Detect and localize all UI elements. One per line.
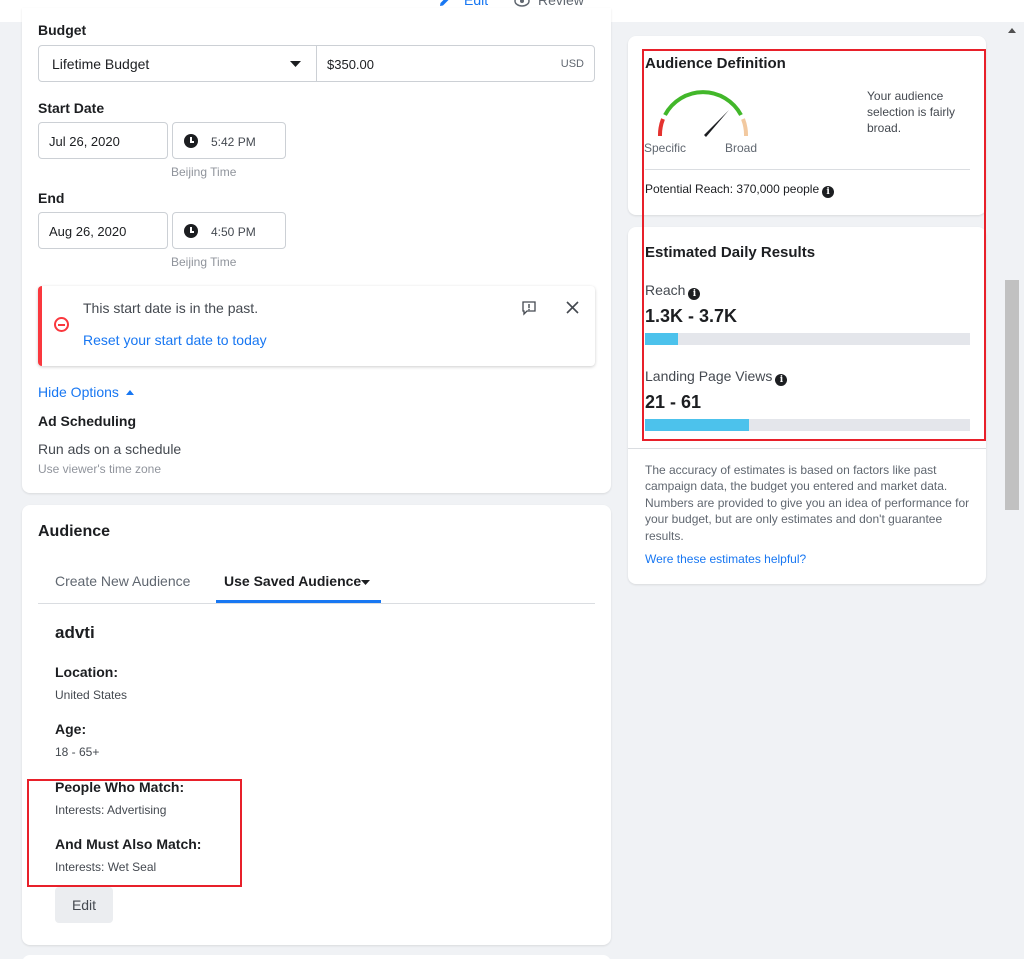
- scrollbar-thumb[interactable]: [1005, 280, 1019, 510]
- edit-audience-button[interactable]: Edit: [55, 887, 113, 923]
- budget-amount-input[interactable]: $350.00 USD: [316, 45, 595, 82]
- error-icon: [54, 317, 69, 332]
- reset-start-date-link[interactable]: Reset your start date to today: [83, 332, 267, 348]
- hide-options-link[interactable]: Hide Options: [38, 384, 134, 400]
- divider: [628, 448, 986, 449]
- start-date-value: Jul 26, 2020: [49, 134, 120, 149]
- end-date-value: Aug 26, 2020: [49, 224, 127, 239]
- audience-title: Audience: [38, 523, 111, 540]
- tab-create-new-audience[interactable]: Create New Audience: [55, 573, 190, 589]
- hide-options-label: Hide Options: [38, 384, 119, 400]
- location-label: Location:: [55, 664, 118, 680]
- budget-schedule-card: Budget Lifetime Budget $350.00 USD Start…: [22, 8, 611, 493]
- budget-amount-value: $350.00: [327, 57, 374, 72]
- end-time-value: 4:50 PM: [211, 225, 256, 239]
- age-label: Age:: [55, 721, 87, 737]
- tab-saved-label: Use Saved Audience: [224, 573, 362, 589]
- start-time-input[interactable]: 5:42 PM: [172, 122, 286, 159]
- schedule-option[interactable]: Run ads on a schedule: [38, 441, 181, 457]
- budget-type-value: Lifetime Budget: [52, 56, 150, 72]
- currency-label: USD: [560, 58, 584, 70]
- alert-message: This start date is in the past.: [83, 300, 259, 316]
- start-date-alert: This start date is in the past. Reset yo…: [38, 286, 595, 366]
- highlight-box-estimates: [642, 49, 986, 441]
- caret-down-icon: [361, 580, 370, 585]
- end-date-label: End: [38, 190, 65, 206]
- start-date-input[interactable]: Jul 26, 2020: [38, 122, 168, 159]
- caret-up-icon: [125, 390, 134, 395]
- start-time-value: 5:42 PM: [211, 135, 256, 149]
- age-value: 18 - 65+: [55, 745, 100, 759]
- next-card-edge: [22, 955, 611, 959]
- feedback-icon[interactable]: [521, 300, 537, 316]
- estimates-helpful-link[interactable]: Were these estimates helpful?: [645, 552, 806, 566]
- scrollbar[interactable]: [1004, 22, 1020, 959]
- caret-down-icon: [290, 61, 301, 67]
- tab-edit-label: Edit: [464, 0, 489, 8]
- clock-icon: [184, 134, 198, 148]
- end-time-input[interactable]: 4:50 PM: [172, 212, 286, 249]
- schedule-subtext: Use viewer's time zone: [38, 462, 161, 476]
- tabs-divider: [38, 603, 595, 604]
- pencil-icon: [440, 0, 449, 6]
- budget-type-select[interactable]: Lifetime Budget: [38, 45, 317, 82]
- saved-audience-name: advti: [55, 623, 95, 642]
- start-timezone: Beijing Time: [171, 165, 237, 179]
- estimates-disclaimer: The accuracy of estimates is based on fa…: [645, 463, 970, 543]
- tab-review-label: Review: [538, 0, 584, 8]
- ad-scheduling-label: Ad Scheduling: [38, 413, 136, 429]
- clock-icon: [184, 224, 198, 238]
- highlight-box-interests: [27, 779, 242, 887]
- end-timezone: Beijing Time: [171, 255, 237, 269]
- location-value: United States: [55, 688, 128, 702]
- eye-icon: [514, 0, 530, 7]
- scroll-up-arrow[interactable]: [1008, 28, 1016, 33]
- budget-label: Budget: [38, 22, 87, 38]
- end-date-input[interactable]: Aug 26, 2020: [38, 212, 168, 249]
- close-icon[interactable]: [566, 301, 579, 314]
- tab-use-saved-audience[interactable]: Use Saved Audience: [216, 561, 381, 603]
- start-date-label: Start Date: [38, 100, 105, 116]
